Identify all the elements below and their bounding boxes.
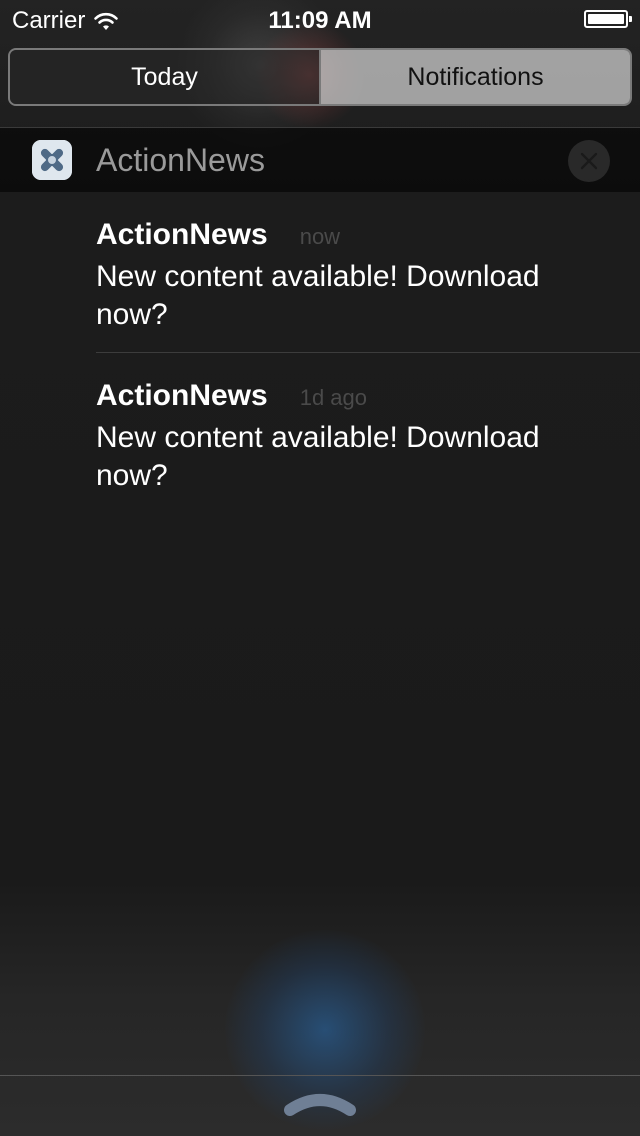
chevron-up-icon: [280, 1086, 360, 1122]
section-header: ActionNews: [0, 128, 640, 192]
bottom-divider: [0, 1075, 640, 1076]
notification-message: New content available! Download now?: [96, 260, 540, 331]
notification-center: Carrier 11:09 AM Today Notifications Act…: [0, 0, 640, 1136]
battery-nub: [629, 16, 632, 22]
tab-today[interactable]: Today: [10, 50, 321, 104]
notification-time: now: [299, 224, 341, 249]
notification-item[interactable]: ActionNews 1d ago New content available!…: [96, 379, 640, 495]
notification-item[interactable]: ActionNews now New content available! Do…: [96, 218, 640, 334]
grabber-handle[interactable]: [280, 1086, 360, 1122]
status-bar: Carrier 11:09 AM: [0, 0, 640, 40]
status-time: 11:09 AM: [268, 7, 372, 34]
close-icon: [579, 151, 599, 171]
notification-header: ActionNews now: [96, 218, 640, 258]
notification-header: ActionNews 1d ago: [96, 379, 640, 419]
row-divider: [96, 352, 640, 353]
notification-time: 1d ago: [299, 385, 367, 410]
notification-app-name: ActionNews: [96, 218, 268, 251]
battery-icon: [584, 10, 632, 28]
clear-button[interactable]: [568, 140, 610, 182]
app-icon[interactable]: [32, 140, 72, 180]
notification-app-name: ActionNews: [96, 379, 268, 412]
segmented-control: Today Notifications: [8, 48, 632, 106]
notification-message: New content available! Download now?: [96, 421, 540, 492]
section-title: ActionNews: [96, 142, 265, 178]
tab-notifications[interactable]: Notifications: [321, 50, 630, 104]
battery-level: [588, 14, 624, 24]
